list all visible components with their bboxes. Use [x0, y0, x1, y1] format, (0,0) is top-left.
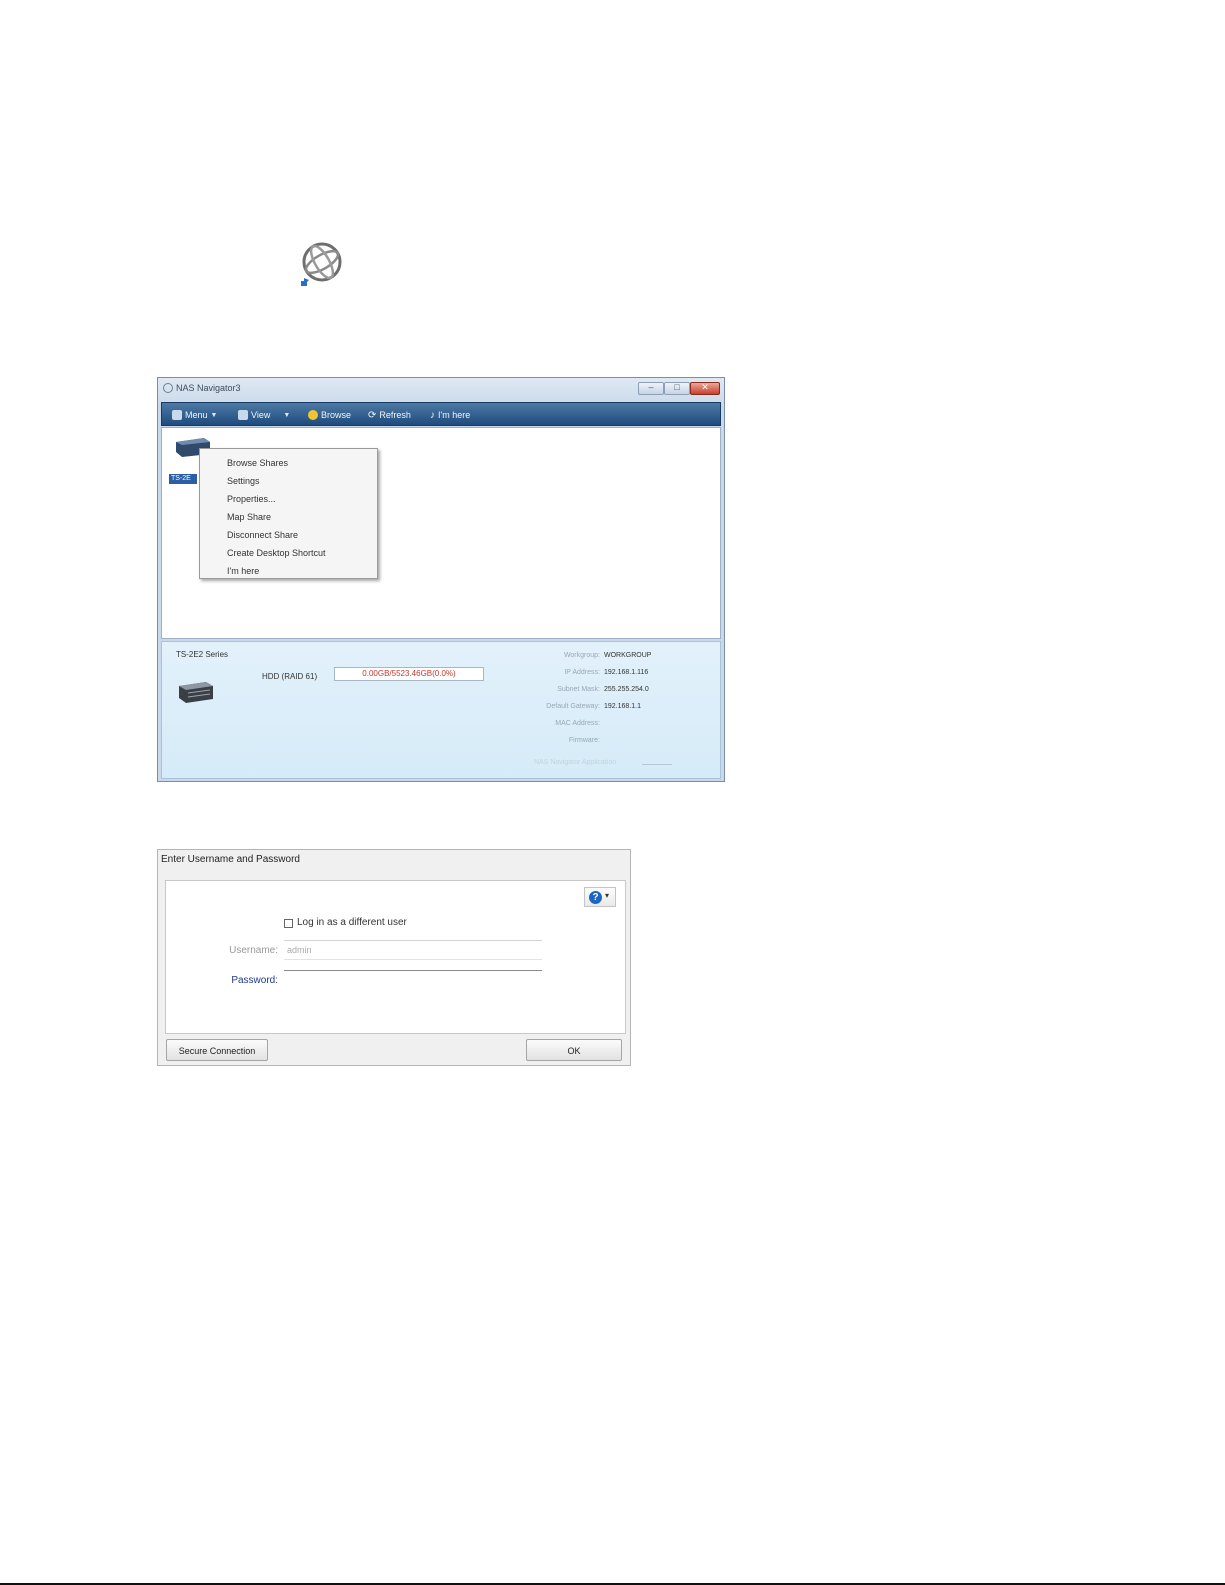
- menu-item-properties[interactable]: Properties...: [227, 494, 276, 504]
- nas-navigator-window: NAS Navigator3 – □ ✕ Menu ▼ View ▼ Brows…: [157, 377, 725, 782]
- app-icon: [163, 383, 173, 393]
- minimize-button[interactable]: –: [638, 382, 664, 395]
- menu-item-disconnect-share[interactable]: Disconnect Share: [227, 530, 298, 540]
- browse-label: Browse: [321, 410, 352, 420]
- close-button[interactable]: ✕: [690, 382, 720, 395]
- different-user-checkbox[interactable]: [284, 919, 293, 928]
- login-dialog: Enter Username and Password ? ▾ Log in a…: [157, 849, 631, 1066]
- maximize-button[interactable]: □: [664, 382, 690, 395]
- refresh-button[interactable]: ⟳ Refresh: [368, 407, 411, 423]
- footer-divider: [642, 764, 672, 765]
- mac-address-key: MAC Address:: [555, 720, 600, 727]
- device-list: TS-2E Browse Shares Settings Properties.…: [161, 427, 721, 639]
- hdd-label: HDD (RAID 61): [262, 672, 318, 681]
- secure-connection-button[interactable]: Secure Connection: [166, 1039, 268, 1061]
- username-label: Username:: [229, 945, 278, 956]
- speaker-icon: ♪: [430, 409, 435, 421]
- view-icon: [238, 410, 248, 420]
- ip-address-value: 192.168.1.116: [604, 669, 649, 676]
- ip-address-key: IP Address:: [564, 669, 600, 676]
- toolbar: Menu ▼ View ▼ Browse ⟳ Refresh ♪ I'm her…: [161, 402, 721, 426]
- window-title: NAS Navigator3: [176, 383, 241, 393]
- menu-button[interactable]: Menu ▼: [172, 407, 217, 423]
- chevron-down-icon: ▼: [210, 411, 218, 419]
- hdd-usage-box: 0.00GB/5523.46GB(0.0%): [334, 667, 484, 681]
- minimize-icon: –: [648, 382, 654, 392]
- maximize-icon: □: [674, 382, 680, 392]
- hdd-usage-value: 0.00GB/5523.46GB(0.0%): [362, 669, 456, 678]
- username-input[interactable]: [284, 940, 542, 960]
- default-gateway-value: 192.168.1.1: [604, 703, 641, 710]
- model-label: TS-2E2 Series: [176, 650, 229, 659]
- browse-icon: [308, 410, 318, 420]
- workgroup-value: WORKGROUP: [604, 652, 652, 659]
- subnet-mask-value: 255.255.254.0: [604, 686, 649, 693]
- password-input[interactable]: [284, 970, 542, 990]
- device-name-tag[interactable]: TS-2E: [169, 474, 197, 484]
- refresh-label: Refresh: [379, 410, 411, 420]
- subnet-mask-key: Subnet Mask:: [557, 686, 600, 693]
- ok-button[interactable]: OK: [526, 1039, 622, 1061]
- chevron-down-icon: ▼: [283, 411, 291, 419]
- menu-item-im-here[interactable]: I'm here: [227, 566, 259, 576]
- menu-item-settings[interactable]: Settings: [227, 476, 260, 486]
- menu-item-create-desktop-shortcut[interactable]: Create Desktop Shortcut: [227, 548, 326, 558]
- menu-icon: [172, 410, 182, 420]
- help-button[interactable]: ? ▾: [584, 887, 616, 907]
- view-label: View: [251, 410, 271, 420]
- chevron-down-icon: ▾: [605, 891, 610, 900]
- different-user-label: Log in as a different user: [297, 917, 407, 928]
- workgroup-key: Workgroup:: [563, 652, 600, 659]
- help-icon: ?: [589, 891, 602, 904]
- login-form-panel: ? ▾ Log in as a different user Username:…: [165, 880, 626, 1034]
- browse-button[interactable]: Browse: [308, 407, 351, 423]
- password-label: Password:: [231, 975, 278, 986]
- default-gateway-key: Default Gateway:: [546, 703, 600, 710]
- device-info-panel: TS-2E2 Series HDD (RAID 61) 0.00GB/5523.…: [161, 641, 721, 779]
- context-menu: Browse Shares Settings Properties... Map…: [199, 448, 378, 579]
- globe-shortcut-icon[interactable]: [298, 238, 346, 288]
- menu-item-map-share[interactable]: Map Share: [227, 512, 271, 522]
- dialog-title: Enter Username and Password: [161, 854, 300, 865]
- close-icon: ✕: [701, 382, 709, 392]
- menu-label: Menu: [185, 410, 208, 420]
- im-here-label: I'm here: [438, 410, 471, 420]
- menu-item-browse-shares[interactable]: Browse Shares: [227, 458, 288, 468]
- nas-model-icon: [179, 682, 213, 703]
- firmware-key: Firmware:: [568, 737, 600, 744]
- refresh-icon: ⟳: [368, 409, 377, 421]
- im-here-button[interactable]: ♪ I'm here: [430, 407, 470, 423]
- footer-text: NAS Navigator Application: [534, 759, 617, 766]
- view-button[interactable]: View ▼: [238, 407, 290, 423]
- title-bar: NAS Navigator3 – □ ✕: [158, 378, 724, 400]
